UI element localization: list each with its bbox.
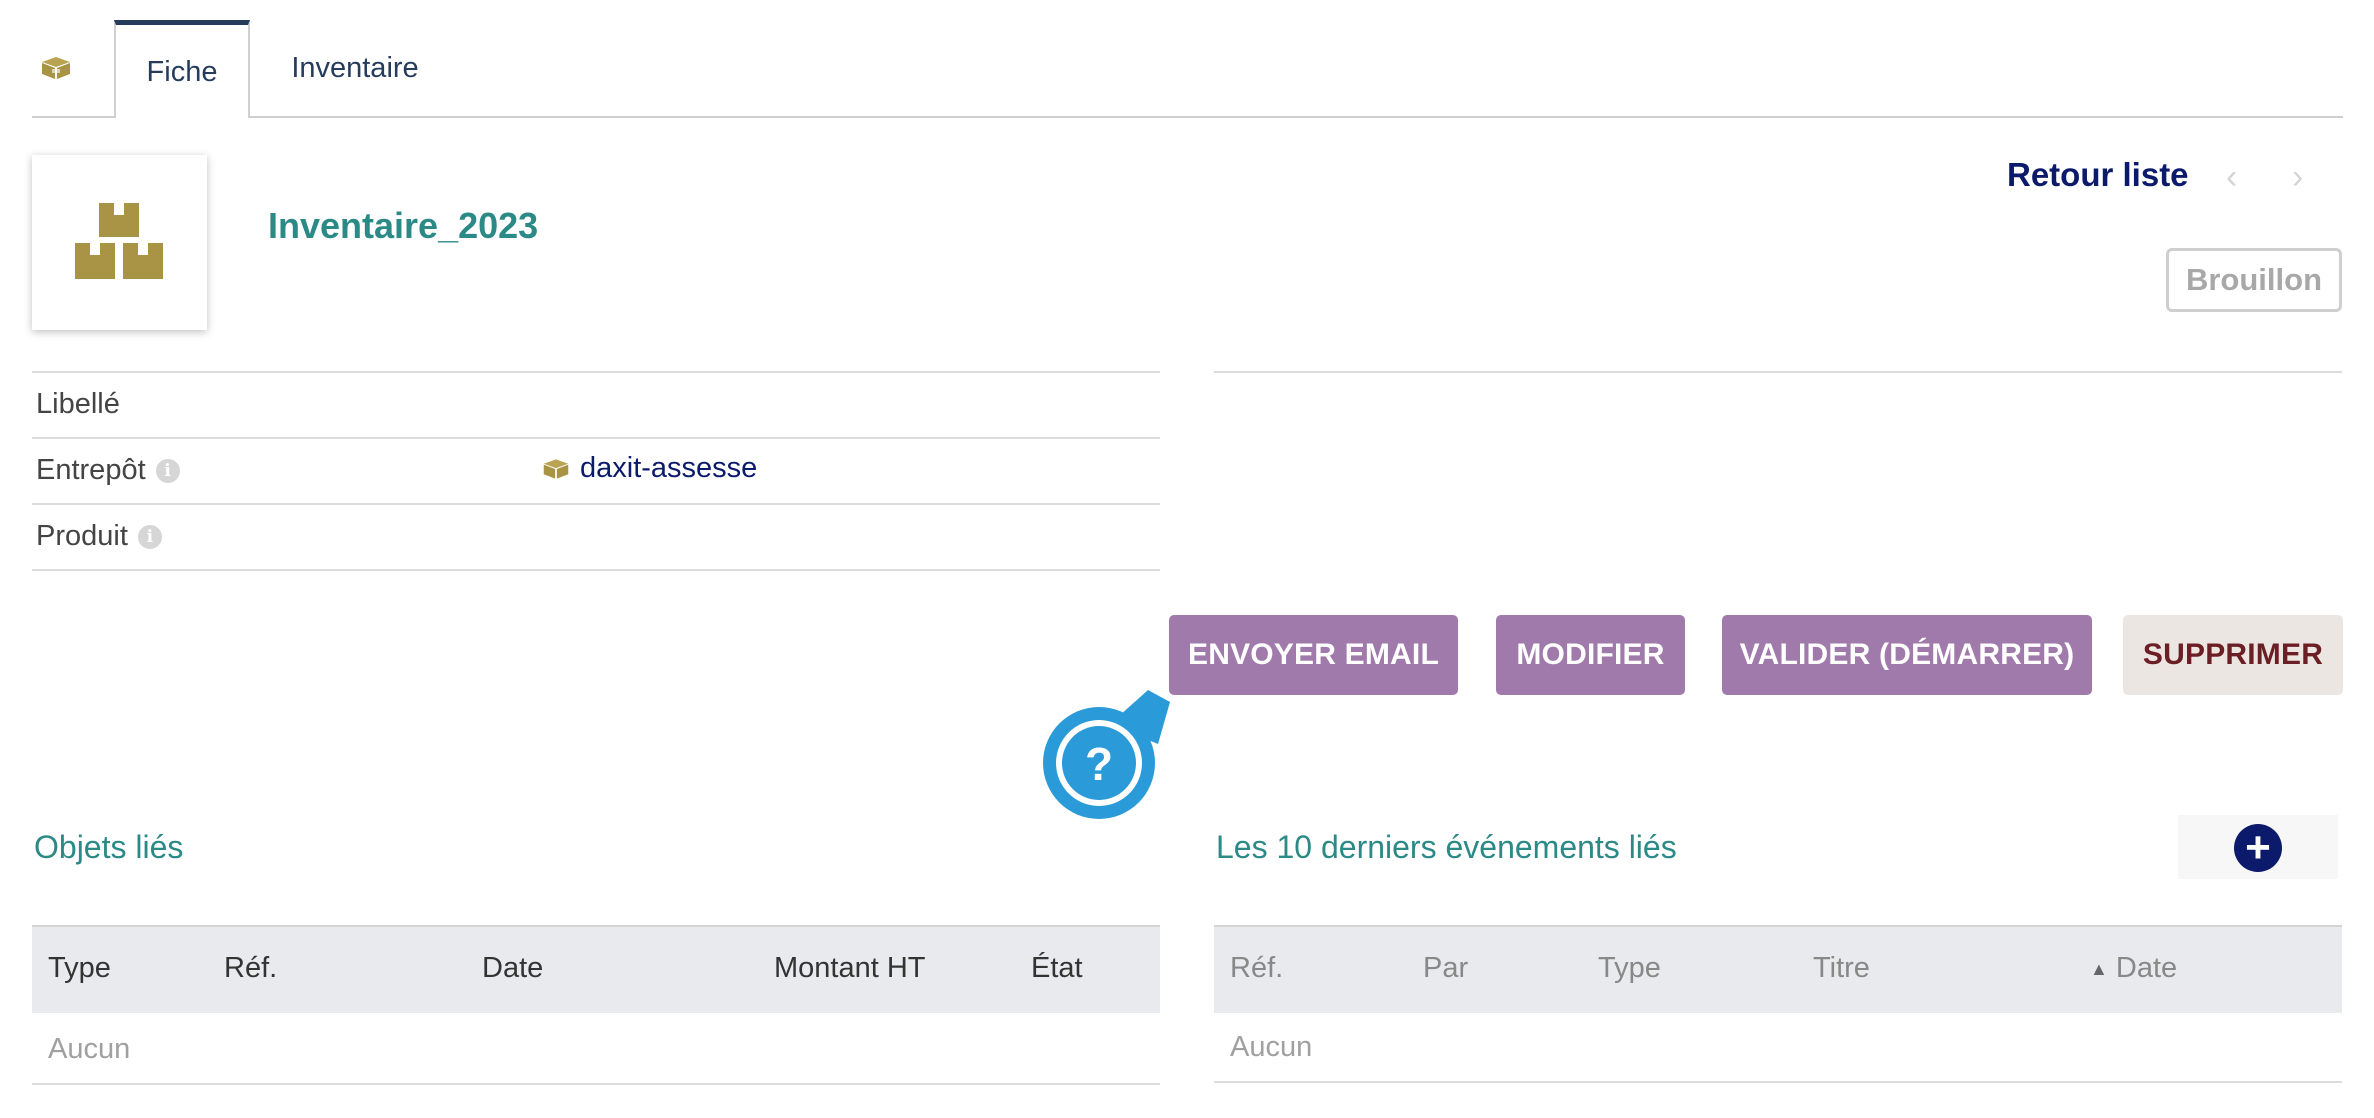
divider [1214,1081,2342,1083]
divider [32,569,1160,571]
validate-button[interactable]: VALIDER (DÉMARRER) [1722,615,2092,695]
sort-asc-icon: ▲ [2090,958,2108,979]
object-thumbnail [32,155,207,330]
column-header-date-label: Date [2115,952,2178,984]
boxes-icon [543,458,569,479]
object-ref: Inventaire_2023 [268,205,539,246]
linked-objects-header [32,925,1160,1013]
tabs-underline [32,116,2343,118]
divider [32,1083,1160,1085]
chevron-right-icon[interactable]: › [2292,158,2303,197]
help-symbol: ? [1085,738,1113,790]
column-header-date-sorted[interactable]: ▲ Date [2090,952,2177,985]
divider [32,371,1160,373]
info-icon[interactable]: i [137,525,162,550]
linked-objects-empty: Aucun [48,1033,131,1065]
field-label-entrepot: Entrepôt i [36,454,180,487]
column-header-amount[interactable]: Montant HT [774,952,926,985]
add-event-button[interactable]: + [2178,815,2338,879]
column-header-ref[interactable]: Réf. [224,952,277,985]
column-header-type[interactable]: Type [1598,952,1661,985]
info-icon[interactable]: i [155,459,180,484]
warehouse-link[interactable]: daxit-assesse [542,452,757,485]
chevron-left-icon[interactable]: ‹ [2226,158,2237,197]
column-header-type[interactable]: Type [48,952,111,985]
field-label-entrepot-text: Entrepôt [36,454,146,486]
help-icon[interactable]: ? [1040,684,1170,824]
events-title: Les 10 derniers événements liés [1216,829,1677,865]
modify-button[interactable]: MODIFIER [1496,615,1685,695]
boxes-icon [75,203,163,279]
back-to-list-link[interactable]: Retour liste [2007,156,2189,194]
send-email-button[interactable]: ENVOYER EMAIL [1169,615,1458,695]
events-empty: Aucun [1230,1031,1313,1063]
tab-inventaire-label: Inventaire [291,51,419,84]
column-header-by[interactable]: Par [1423,952,1468,985]
boxes-icon [40,56,72,84]
field-label-produit-text: Produit [36,520,128,552]
column-header-title[interactable]: Titre [1813,952,1870,985]
warehouse-name: daxit-assesse [580,452,758,484]
plus-circle-icon: + [2234,824,2282,872]
tab-fiche-label: Fiche [146,56,218,88]
divider [32,437,1160,439]
linked-objects-title: Objets liés [34,829,184,865]
column-header-ref[interactable]: Réf. [1230,952,1283,985]
column-header-date[interactable]: Date [482,952,543,985]
delete-button[interactable]: SUPPRIMER [2123,615,2343,695]
divider [1214,371,2342,373]
tab-fiche[interactable]: Fiche [114,20,250,118]
column-header-state[interactable]: État [1031,952,1083,985]
status-badge: Brouillon [2166,248,2342,312]
field-label-produit: Produit i [36,520,162,553]
divider [32,503,1160,505]
field-label-libelle: Libellé [36,388,120,420]
tab-inventaire[interactable]: Inventaire [270,20,440,116]
